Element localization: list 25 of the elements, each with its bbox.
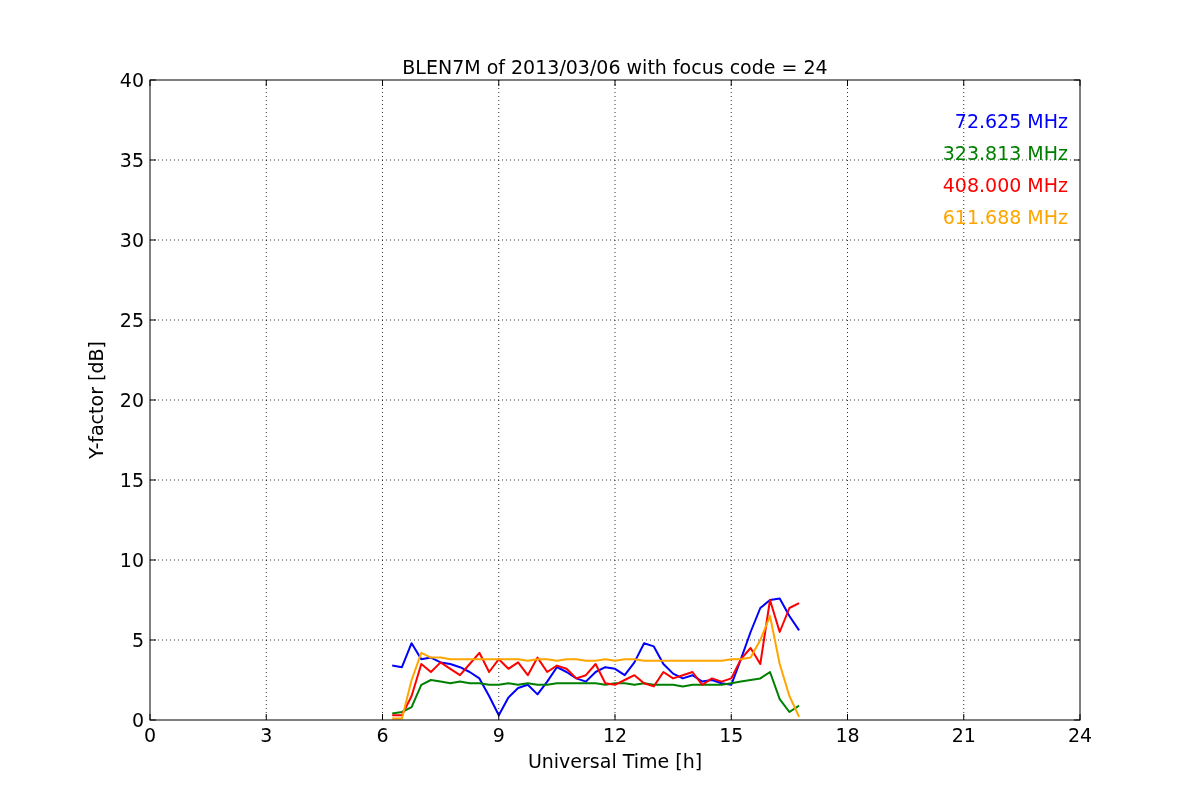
tick-label: 21	[951, 724, 976, 746]
tick-label: 10	[119, 549, 144, 571]
chart-title: BLEN7M of 2013/03/06 with focus code = 24	[402, 56, 828, 78]
tick-label: 0	[131, 709, 144, 731]
tick-label: 15	[119, 469, 144, 491]
tick-label: 9	[492, 724, 505, 746]
legend-label: 408.000 MHz	[942, 174, 1068, 196]
tick-label: 20	[119, 389, 144, 411]
tick-label: 18	[835, 724, 860, 746]
tick-label: 40	[119, 69, 144, 91]
tick-label: 24	[1067, 724, 1093, 746]
axis-label: Universal Time [h]	[527, 750, 703, 772]
tick-label: 30	[119, 229, 144, 251]
legend-label: 323.813 MHz	[942, 142, 1068, 164]
tick-label: 6	[376, 724, 389, 746]
legend-label: 611.688 MHz	[942, 206, 1068, 228]
tick-label: 3	[260, 724, 273, 746]
tick-label: 25	[119, 309, 144, 331]
tick-label: 15	[719, 724, 744, 746]
tick-label: 35	[119, 149, 144, 171]
tick-label: 0	[143, 724, 157, 746]
legend-label: 72.625 MHz	[954, 110, 1068, 132]
tick-label: 5	[131, 629, 144, 651]
tick-label: 12	[602, 724, 628, 746]
axis-label: Y-factor [dB]	[85, 341, 107, 459]
